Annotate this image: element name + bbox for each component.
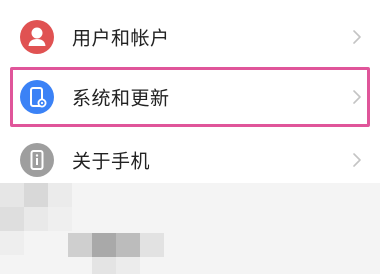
pixel-block — [0, 183, 24, 207]
pixel-block — [48, 207, 72, 231]
phone-settings-icon — [20, 80, 54, 114]
pixel-block — [116, 233, 140, 257]
settings-item-label: 用户和帐户 — [72, 27, 170, 50]
chevron-right-icon — [352, 29, 362, 49]
info-icon — [20, 143, 54, 177]
pixel-block — [0, 231, 24, 255]
pixel-block — [116, 257, 140, 274]
settings-item-about-phone[interactable]: 关于手机 — [10, 131, 370, 189]
pixel-block — [140, 233, 164, 257]
chevron-right-icon — [352, 89, 362, 109]
pixel-block — [92, 257, 116, 274]
pixelated-blur-region — [0, 183, 380, 274]
settings-item-label: 系统和更新 — [72, 87, 170, 110]
person-icon — [20, 20, 54, 54]
pixel-block — [68, 233, 92, 257]
pixel-block — [92, 233, 116, 257]
pixel-block — [24, 183, 48, 207]
settings-item-label: 关于手机 — [72, 150, 151, 173]
pixel-block — [48, 183, 72, 207]
settings-item-users-accounts[interactable]: 用户和帐户 — [10, 8, 370, 66]
settings-item-system-update[interactable]: 系统和更新 — [10, 67, 370, 127]
settings-list: 用户和帐户 系统和更新 关于手机 — [0, 0, 380, 183]
chevron-right-icon — [352, 152, 362, 172]
pixel-block — [24, 207, 48, 231]
pixel-block — [0, 207, 24, 231]
